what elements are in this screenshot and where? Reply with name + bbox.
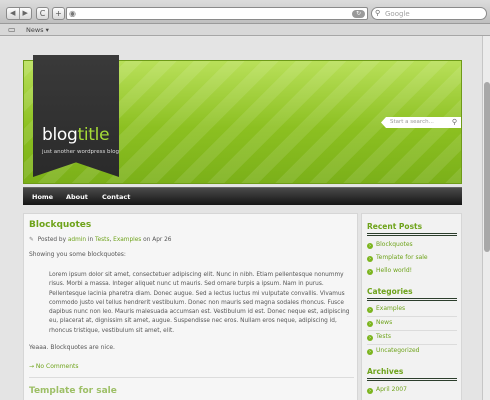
next-post-title[interactable]: Template for sale [29,386,117,396]
recent-post-link[interactable]: › Blockquotes [367,241,413,249]
search-icon: ⚲ [375,9,381,17]
nav-home[interactable]: Home [32,193,53,201]
bullet-icon: › [367,256,373,262]
post-outro: Yeaaa. Blockquotes are nice. [29,344,115,351]
list-separator [367,316,457,317]
post-intro: Showing you some blockquotes: [29,251,126,258]
post-date: on Apr 26 [143,237,172,243]
search-icon[interactable]: ⚲ [452,118,457,126]
browser-search-field[interactable]: ⚲ Google [371,7,487,20]
bullet-icon: › [367,388,373,394]
bookmarks-bar: ▭ News ▾ [0,24,490,36]
refresh-button[interactable]: C [36,7,49,20]
archive-link[interactable]: › April 2007 [367,386,407,394]
bookmark-news[interactable]: News ▾ [26,26,49,34]
widget-rule [367,298,457,301]
widget-title-categories: Categories [367,287,413,296]
post-divider [29,377,354,378]
author-link[interactable]: admin [68,237,86,243]
bullet-icon: › [367,321,373,327]
bullet-icon: › [367,307,373,313]
bullet-icon: › [367,335,373,341]
blog-tagline: just another wordpress blog [42,149,119,155]
browser-search-placeholder: Google [385,10,410,18]
blockquote: Lorem ipsum dolor sit amet, consectetuer… [49,272,350,334]
back-forward-buttons: ◀ ▶ [6,7,32,20]
meta-in: in [87,237,94,243]
nav-about[interactable]: About [66,193,88,201]
blog-title[interactable]: blogtitle [42,125,110,145]
bullet-icon: › [367,243,373,249]
comments-link[interactable]: → No Comments [29,363,79,370]
forward-button[interactable]: ▶ [18,8,32,19]
pencil-icon: ✎ [29,237,34,243]
post-meta: ✎ Posted by admin in Tests, Examples on … [29,237,172,243]
sidebar: Recent Posts › Blockquotes › Template for … [361,213,462,400]
recent-post-link[interactable]: › Template for sale [367,254,428,262]
bookmarks-icon[interactable]: ▭ [8,25,16,34]
category-link-tests[interactable]: Tests [95,237,109,243]
add-bookmark-button[interactable]: + [52,7,65,20]
meta-posted-by: Posted by [37,237,67,243]
widget-title-recent-posts: Recent Posts [367,222,423,231]
widget-title-archives: Archives [367,367,404,376]
recent-post-link[interactable]: › Hello world! [367,267,412,275]
post-title[interactable]: Blockquotes [29,220,91,230]
bullet-icon: › [367,349,373,355]
address-bar[interactable]: ◉ ↻ [66,7,368,20]
widget-rule [367,378,457,381]
header-ribbon [33,55,119,177]
list-separator [367,330,457,331]
category-link[interactable]: › News [367,319,392,327]
main-nav: Home About Contact [23,187,462,205]
widget-rule [367,233,457,236]
back-button[interactable]: ◀ [7,8,19,19]
post-area: Blockquotes ✎ Posted by admin in Tests, … [23,213,358,400]
blog-title-main: blog [42,125,78,145]
blog-search-input[interactable]: Start a search... ⚲ [381,117,461,128]
category-link[interactable]: › Tests [367,333,391,341]
bullet-icon: › [367,269,373,275]
page-scrollbar[interactable] [482,36,490,400]
blog-search-placeholder: Start a search... [390,119,434,125]
category-link[interactable]: › Uncategorized [367,347,419,355]
web-page: blogtitle just another wordpress blog St… [0,37,482,400]
url-reload-icon[interactable]: ↻ [352,10,365,18]
nav-contact[interactable]: Contact [102,193,130,201]
blog-title-accent: title [77,125,110,145]
category-link[interactable]: › Examples [367,305,405,313]
scrollbar-thumb[interactable] [484,82,490,252]
blog-header: blogtitle just another wordpress blog St… [23,55,462,184]
site-icon: ◉ [69,9,76,18]
browser-toolbar: ◀ ▶ C + ◉ ↻ ⚲ Google [0,0,490,24]
list-separator [367,344,457,345]
category-link-examples[interactable]: Examples [113,237,141,243]
